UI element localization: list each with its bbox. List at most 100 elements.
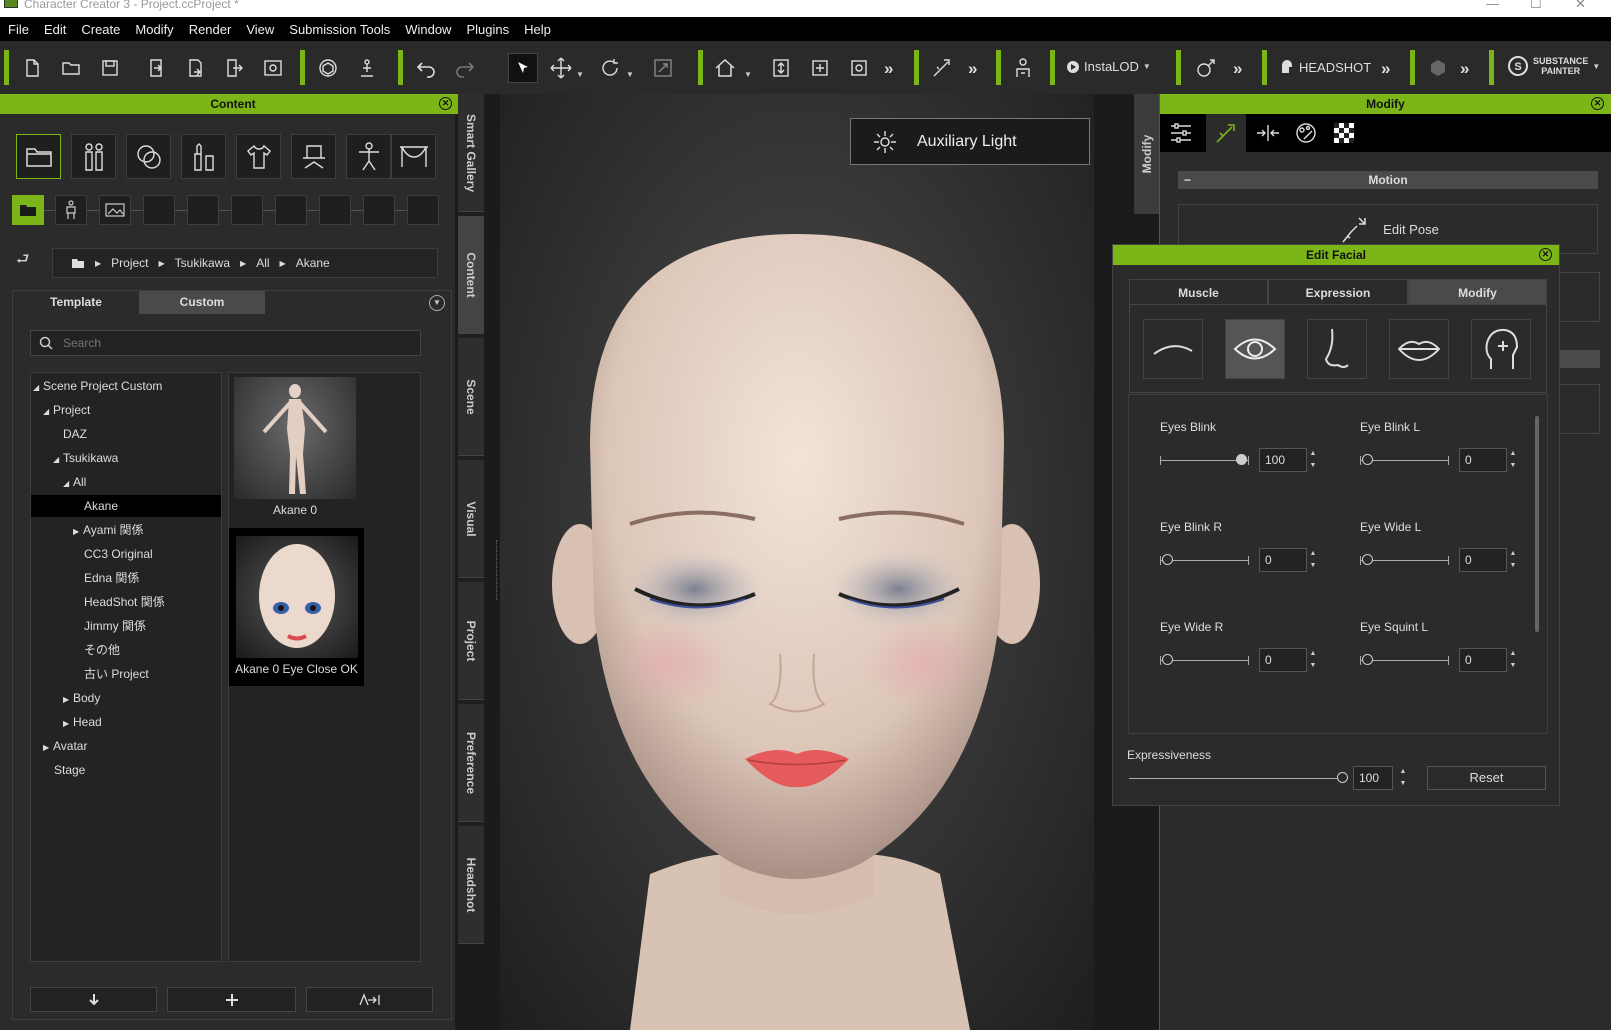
breadcrumb-item[interactable]: Project (111, 256, 148, 270)
tree-item-avatar[interactable]: ▶ Avatar (31, 735, 221, 757)
tree-item-cc3-original[interactable]: CC3 Original (31, 543, 221, 565)
tree-item-old-project[interactable]: 古い Project (31, 663, 221, 685)
content-material-icon[interactable] (126, 134, 171, 179)
tree-item-headshot[interactable]: HeadShot 関係 (31, 591, 221, 613)
sub-empty-slot[interactable] (363, 195, 395, 225)
slider-spinner-eye-blink-l[interactable]: ▲ ▼ (1507, 448, 1519, 472)
import-project-icon[interactable] (182, 55, 208, 81)
breadcrumb-item[interactable]: Akane (296, 256, 330, 270)
menu-render[interactable]: Render (181, 22, 239, 37)
content-close-icon[interactable]: ✕ (439, 97, 452, 110)
move-dropdown-icon[interactable]: ▼ (576, 70, 584, 79)
tab-template[interactable]: Template (13, 291, 139, 314)
sub-body-icon[interactable] (55, 195, 87, 225)
tree-item-project[interactable]: ◢ Project (31, 399, 221, 421)
3d-viewport[interactable] (500, 94, 1094, 1030)
motion-collapse-icon[interactable]: − (1184, 171, 1191, 189)
tab-custom[interactable]: Custom (139, 291, 265, 314)
tree-item-head[interactable]: ▶ Head (31, 711, 221, 733)
pose-tool-icon[interactable] (354, 55, 380, 81)
rotate-icon[interactable] (597, 55, 623, 81)
slider-value-eye-squint-l[interactable]: 0 (1459, 648, 1507, 672)
slider-spinner-eyes-blink[interactable]: ▲ ▼ (1307, 448, 1319, 472)
eye-icon[interactable] (1225, 319, 1285, 379)
modify-texture-icon[interactable] (1329, 118, 1359, 148)
slider-track-eye-wide-l[interactable] (1360, 560, 1448, 561)
render-preview-icon[interactable] (260, 55, 286, 81)
breadcrumb-item[interactable]: Tsukikawa (175, 256, 230, 270)
nose-icon[interactable] (1307, 319, 1367, 379)
menu-modify[interactable]: Modify (127, 22, 180, 37)
download-button[interactable] (30, 987, 157, 1012)
side-tab-headshot[interactable]: Headshot (458, 826, 484, 944)
tab-menu-icon[interactable]: ▼ (429, 295, 445, 311)
modify-side-tab[interactable]: Modify (1134, 94, 1160, 214)
slider-spinner-eye-blink-r[interactable]: ▲ ▼ (1307, 548, 1319, 572)
tree-item-all[interactable]: ◢ All (31, 471, 221, 493)
slider-value-eye-wide-l[interactable]: 0 (1459, 548, 1507, 572)
sub-folder-icon[interactable] (12, 195, 44, 225)
menu-window[interactable]: Window (397, 22, 458, 37)
sub-empty-slot[interactable] (231, 195, 263, 225)
new-file-icon[interactable] (19, 55, 45, 81)
edit-facial-tab-modify[interactable]: Modify (1408, 279, 1547, 305)
menu-plugins[interactable]: Plugins (458, 22, 516, 37)
expressiveness-knob[interactable] (1337, 772, 1348, 783)
slider-spinner-eye-wide-r[interactable]: ▲ ▼ (1307, 648, 1319, 672)
zoom-fit-icon[interactable] (807, 55, 833, 81)
minimize-button[interactable]: — (1486, 0, 1499, 11)
content-accessory-icon[interactable] (291, 134, 336, 179)
menu-create[interactable]: Create (73, 22, 127, 37)
fit-vertical-icon[interactable] (768, 55, 794, 81)
edit-facial-tab-muscle[interactable]: Muscle (1129, 279, 1268, 305)
scale-icon[interactable] (650, 55, 676, 81)
maximize-button[interactable]: ☐ (1530, 0, 1542, 12)
slider-spinner-eye-wide-l[interactable]: ▲ ▼ (1507, 548, 1519, 572)
substance-painter-button[interactable]: S SUBSTANCE PAINTER ▼ (1507, 55, 1600, 77)
sub-empty-slot[interactable] (407, 195, 439, 225)
select-arrow-icon[interactable] (508, 53, 538, 83)
side-tab-content[interactable]: Content (458, 216, 484, 334)
sub-empty-slot[interactable] (187, 195, 219, 225)
back-icon[interactable]: ⮐ (16, 249, 30, 274)
tree-item-ayami[interactable]: ▶ Ayami 関係 (31, 519, 221, 541)
thumbnail-akane-0-eye-close[interactable]: Akane 0 Eye Close OK (229, 528, 364, 686)
slider-knob-eye-blink-r[interactable] (1162, 554, 1173, 565)
motion-section-header[interactable]: − Motion (1178, 171, 1598, 189)
slider-track-eye-blink-r[interactable] (1160, 560, 1248, 561)
slider-value-eyes-blink[interactable]: 100 (1259, 448, 1307, 472)
side-tab-smart-gallery[interactable]: Smart Gallery (458, 94, 484, 212)
content-character-icon[interactable] (71, 134, 116, 179)
slider-track-eye-wide-r[interactable] (1160, 660, 1248, 661)
camera-dropdown-icon[interactable]: ▼ (744, 70, 752, 79)
undo-icon[interactable] (413, 55, 439, 81)
search-input[interactable] (63, 336, 383, 350)
character-tool-icon[interactable] (1010, 55, 1036, 81)
expressiveness-value-input[interactable]: 100 (1353, 766, 1393, 790)
tree-item-edna[interactable]: Edna 関係 (31, 567, 221, 589)
eyebrow-icon[interactable] (1143, 319, 1203, 379)
toolbar-overflow-4[interactable]: » (1381, 59, 1390, 79)
menu-submission-tools[interactable]: Submission Tools (281, 22, 397, 37)
content-stage-icon[interactable] (391, 134, 436, 179)
save-icon[interactable] (97, 55, 123, 81)
sub-empty-slot[interactable] (275, 195, 307, 225)
content-folder-icon[interactable] (16, 134, 61, 179)
open-folder-icon[interactable] (58, 55, 84, 81)
import-icon[interactable] (143, 55, 169, 81)
instalod-button[interactable]: InstaLOD ▼ (1066, 59, 1151, 74)
slider-value-eye-blink-l[interactable]: 0 (1459, 448, 1507, 472)
slider-knob-eye-wide-r[interactable] (1162, 654, 1173, 665)
morph-tool-icon[interactable] (1193, 55, 1219, 81)
tree-item-stage[interactable]: Stage (31, 759, 221, 781)
rotate-dropdown-icon[interactable]: ▼ (626, 70, 634, 79)
motion-tool-icon[interactable] (929, 55, 955, 81)
slider-track-eye-blink-l[interactable] (1360, 460, 1448, 461)
sub-empty-slot[interactable] (319, 195, 351, 225)
move-icon[interactable] (548, 55, 574, 81)
auxiliary-light-button[interactable]: Auxiliary Light (850, 118, 1090, 165)
menu-view[interactable]: View (238, 22, 281, 37)
menu-edit[interactable]: Edit (36, 22, 73, 37)
sub-image-icon[interactable] (99, 195, 131, 225)
menu-file[interactable]: File (0, 22, 36, 37)
